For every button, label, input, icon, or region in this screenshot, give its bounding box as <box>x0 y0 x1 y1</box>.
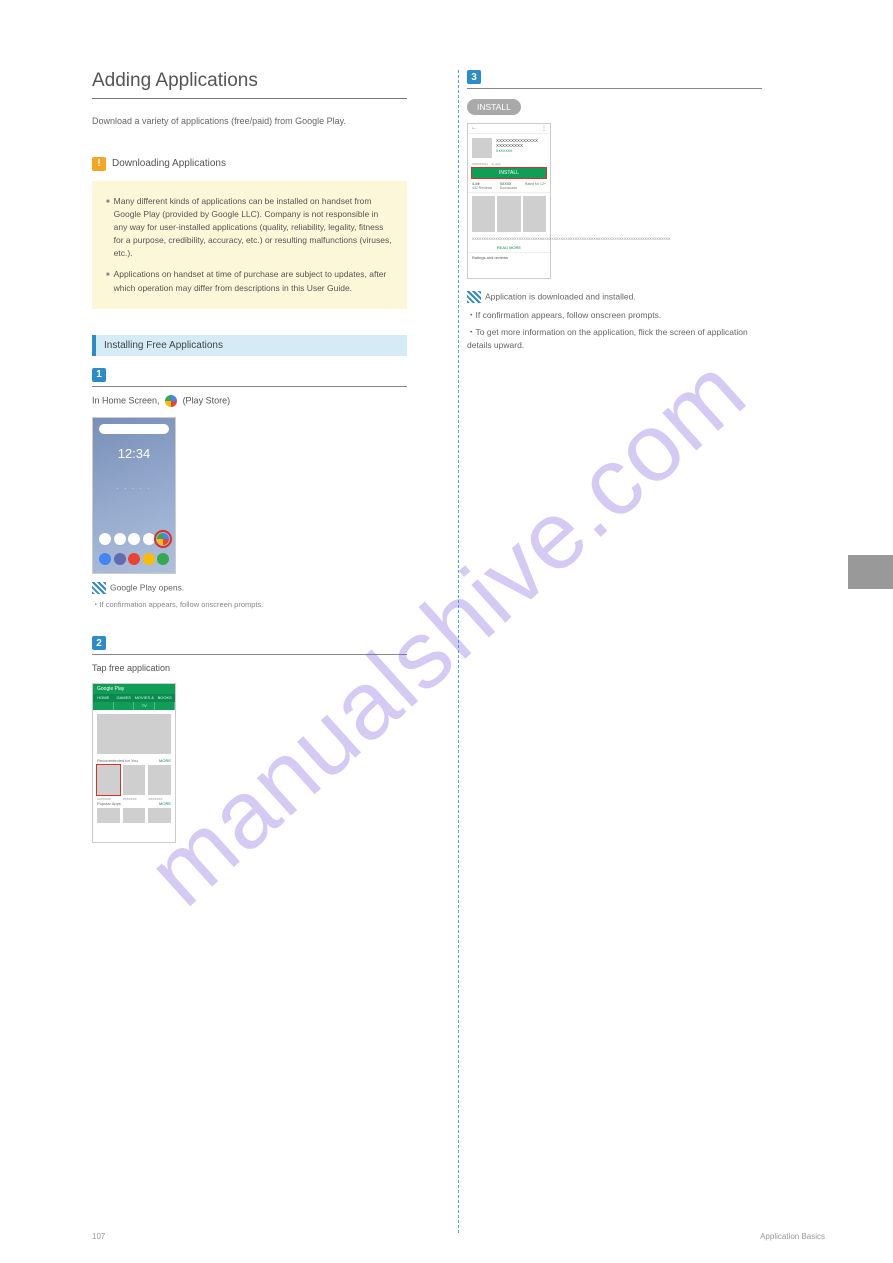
title-rule <box>92 98 407 99</box>
install-pill: INSTALL <box>467 99 521 115</box>
result-1: Google Play opens. <box>92 582 407 594</box>
play-topbar: Google Play <box>93 684 175 694</box>
warning-header: ! Downloading Applications <box>92 157 407 171</box>
free-app-highlight <box>97 765 120 795</box>
warning-line-1: Many different kinds of applications can… <box>114 195 393 261</box>
flag-icon-2 <box>467 291 481 303</box>
warning-label: Downloading Applications <box>112 158 226 169</box>
flag-icon <box>92 582 106 594</box>
page-footer: 107 Application Basics <box>0 1232 893 1241</box>
screenshot-install: XXXXXXXXXXXXXX XXXXXXXXX XXXXXXX UNINSTA… <box>467 123 551 279</box>
warning-box: Many different kinds of applications can… <box>92 181 407 309</box>
note-1: If confirmation appears, follow onscreen… <box>92 600 407 611</box>
screenshot-clock: 12:34 <box>93 446 175 461</box>
warning-icon: ! <box>92 157 106 171</box>
step-3-badge: 3 <box>467 70 481 84</box>
column-divider <box>458 70 459 1233</box>
note-3b: To get more information on the applicati… <box>467 326 762 352</box>
step-3-row: 3 <box>467 70 762 84</box>
step-1-text: In Home Screen, (Play Store) <box>92 395 407 407</box>
step-2-text: Tap free application <box>92 663 407 673</box>
step-1-row: 1 <box>92 368 407 382</box>
warning-line-2: Applications on handset at time of purch… <box>114 268 393 294</box>
screenshot-playstore: Google Play HOMEGAMESMOVIES & TVBOOKS Re… <box>92 683 176 843</box>
result-3: Application is downloaded and installed. <box>467 291 762 303</box>
page-number: 107 <box>92 1232 105 1241</box>
section-installing-free: Installing Free Applications <box>92 335 407 356</box>
play-store-icon <box>165 395 177 407</box>
footer-section: Application Basics <box>760 1232 825 1241</box>
screenshot-home: 12:34 · · · · · <box>92 417 176 574</box>
install-button-highlight: INSTALL <box>472 168 546 178</box>
intro-text: Download a variety of applications (free… <box>92 115 407 129</box>
page-title: Adding Applications <box>92 70 407 92</box>
step-1-badge: 1 <box>92 368 106 382</box>
step-2-row: 2 <box>92 636 407 650</box>
play-store-highlight <box>157 533 169 545</box>
note-3a: If confirmation appears, follow onscreen… <box>467 309 762 322</box>
section-tab <box>848 555 893 589</box>
step-2-badge: 2 <box>92 636 106 650</box>
